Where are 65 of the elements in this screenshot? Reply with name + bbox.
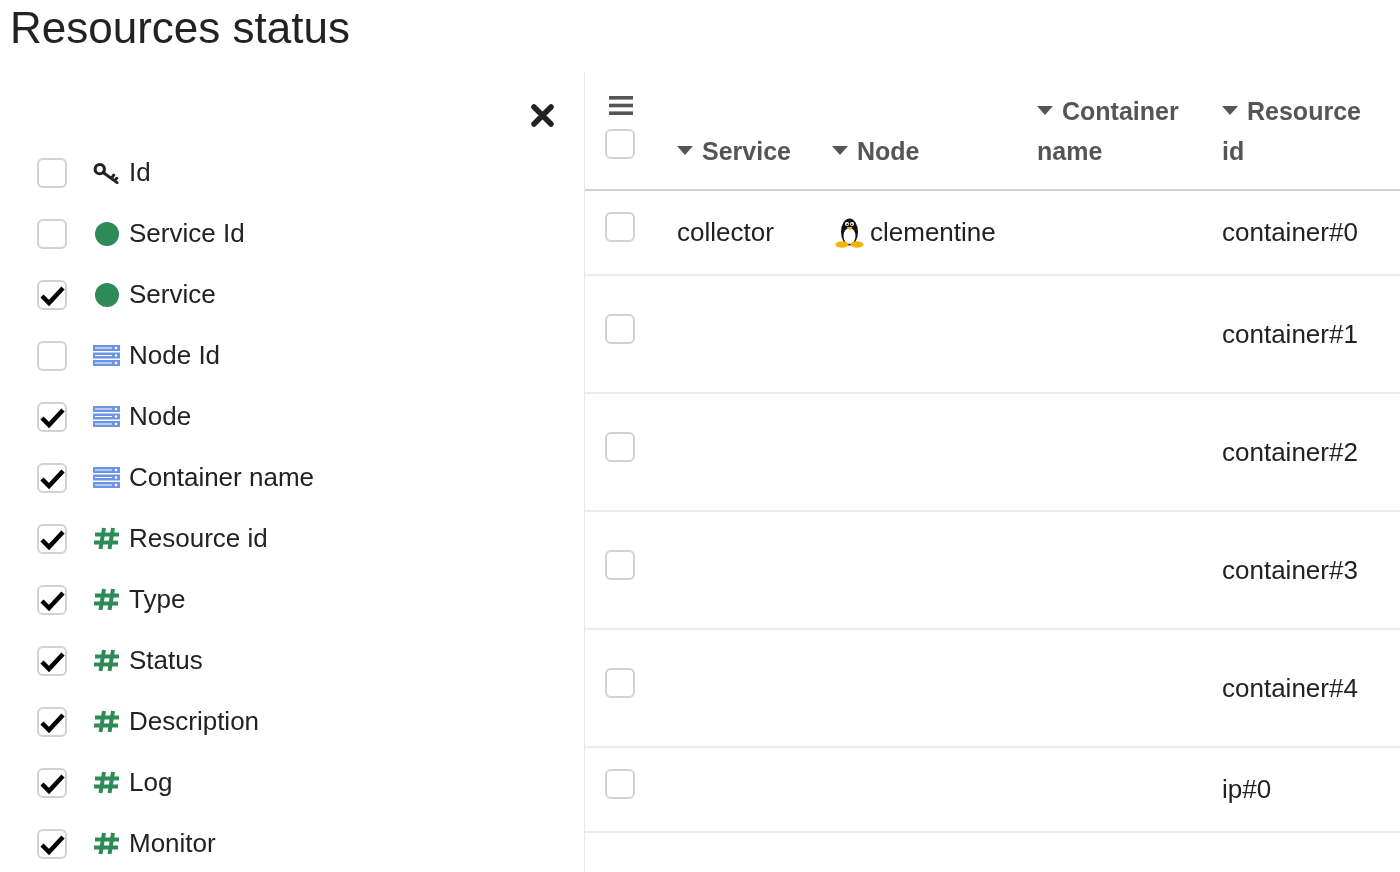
- column-option-label: Type: [129, 583, 186, 616]
- column-option-label: Resource id: [129, 522, 268, 555]
- column-option-label: Id: [129, 156, 151, 189]
- column-option-label: Description: [129, 705, 260, 738]
- server-icon: [93, 406, 120, 427]
- table-cell: collector: [677, 217, 774, 247]
- table-cell: container#4: [1222, 672, 1358, 703]
- checkbox[interactable]: [37, 767, 67, 798]
- hash-icon: [93, 649, 120, 672]
- checkbox[interactable]: [605, 313, 635, 344]
- table-cell: container#3: [1222, 554, 1358, 585]
- close-icon: [530, 103, 555, 128]
- checkbox[interactable]: [37, 828, 67, 859]
- checkbox[interactable]: [37, 218, 67, 249]
- caret-icon: [677, 145, 693, 155]
- penguin-icon: [834, 217, 865, 248]
- dot-icon: [94, 221, 119, 246]
- checkbox[interactable]: [37, 279, 67, 310]
- key-icon: [93, 161, 120, 184]
- table-cell: ip#0: [1222, 774, 1272, 804]
- hash-icon: [93, 710, 120, 733]
- column-option-label: Monitor: [129, 827, 216, 860]
- node-name: clementine: [870, 216, 996, 249]
- column-header[interactable]: Container name: [1037, 91, 1205, 171]
- server-icon: [93, 345, 120, 366]
- dot-icon: [94, 282, 119, 307]
- checkbox[interactable]: [605, 129, 635, 159]
- column-option-label: Status: [129, 644, 203, 677]
- checkbox[interactable]: [37, 340, 67, 371]
- caret-icon: [1037, 105, 1053, 115]
- checkbox[interactable]: [605, 212, 635, 242]
- close-button[interactable]: [530, 103, 555, 128]
- checkbox[interactable]: [37, 706, 67, 737]
- hash-icon: [93, 588, 120, 611]
- table-cell: container#1: [1222, 318, 1358, 349]
- page-title: Resources status: [10, 4, 350, 52]
- checkbox[interactable]: [605, 667, 635, 698]
- hash-icon: [93, 771, 120, 794]
- checkbox[interactable]: [37, 462, 67, 493]
- column-option-label: Service Id: [129, 217, 245, 250]
- server-icon: [93, 467, 120, 488]
- column-option-label: Log: [129, 766, 173, 799]
- checkbox[interactable]: [37, 157, 67, 188]
- checkbox[interactable]: [37, 645, 67, 676]
- hash-icon: [93, 832, 120, 855]
- column-header[interactable]: Resource id: [1222, 91, 1377, 171]
- table-cell: container#0: [1222, 217, 1358, 247]
- hash-icon: [93, 527, 120, 550]
- column-option-label: Node: [129, 400, 192, 433]
- column-header[interactable]: Node: [832, 131, 920, 171]
- caret-icon: [1222, 105, 1238, 115]
- checkbox[interactable]: [37, 523, 67, 554]
- checkbox[interactable]: [605, 769, 635, 799]
- column-header[interactable]: Service: [677, 131, 791, 171]
- column-option-label: Container name: [129, 461, 314, 494]
- caret-icon: [832, 145, 848, 155]
- menu-button[interactable]: [609, 96, 633, 115]
- checkbox[interactable]: [605, 431, 635, 462]
- menu-icon: [609, 96, 633, 115]
- table-cell: container#2: [1222, 436, 1358, 467]
- column-option-label: Node Id: [129, 339, 221, 372]
- checkbox[interactable]: [37, 584, 67, 615]
- column-option-label: Service: [129, 278, 216, 311]
- checkbox[interactable]: [37, 401, 67, 432]
- checkbox[interactable]: [605, 549, 635, 580]
